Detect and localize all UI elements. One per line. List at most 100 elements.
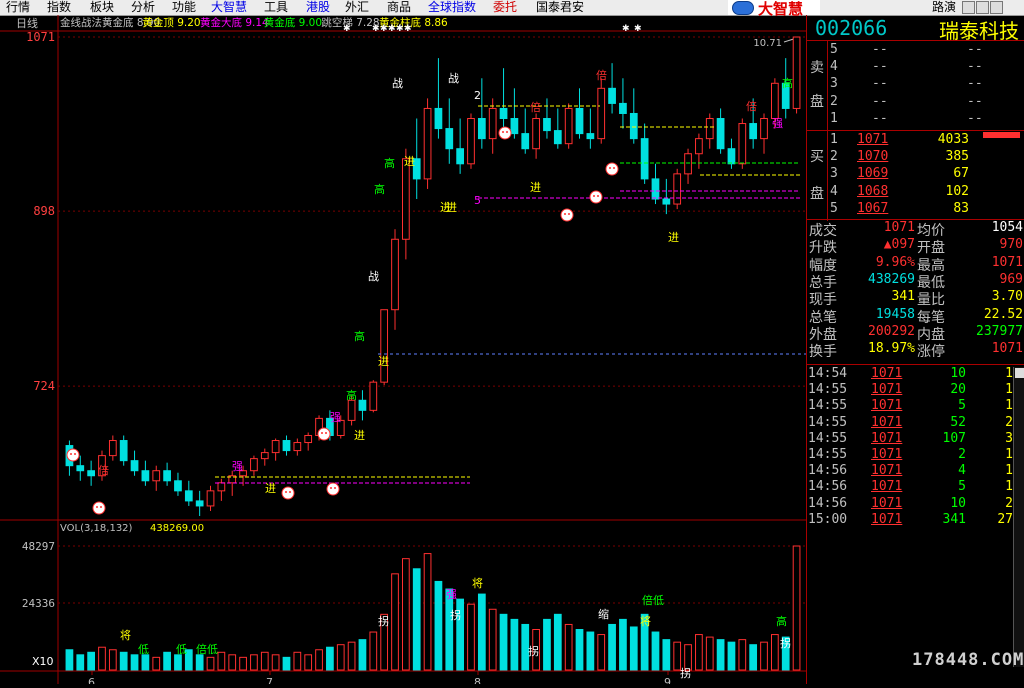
menu-item-4[interactable]: 功能 [172, 0, 196, 15]
vol-signal-13: 强 [446, 588, 457, 601]
volume-bar [586, 631, 595, 671]
ask-price[interactable]: -- [872, 76, 888, 91]
tick-count: 1 [1005, 479, 1013, 495]
smiley-eye [70, 453, 72, 455]
candle-body [152, 470, 161, 482]
ask-price[interactable]: -- [872, 111, 888, 126]
ask-price[interactable]: -- [872, 94, 888, 109]
close-button[interactable] [990, 1, 1003, 14]
menu-item-11[interactable]: 委托 [493, 0, 517, 15]
kline-chart-area[interactable]: 日线 金线战法黄金底 8.90 黄金顶 9.20 黄金大底 9.14 黄金底 9.00 跳… [0, 15, 806, 688]
candle-body [662, 198, 671, 205]
price-tick-label: 724 [33, 379, 55, 393]
volume-bar [260, 651, 269, 671]
menu-item-1[interactable]: 指数 [47, 0, 71, 15]
tick-price: 1071 [871, 414, 903, 430]
scroll-up-arrow-icon[interactable] [1015, 368, 1024, 378]
bid-price[interactable]: 1071 [857, 132, 888, 147]
vol-tick-label: 48297 [22, 540, 55, 553]
ask-label: 盘 [810, 94, 824, 110]
bid-price[interactable]: 1068 [857, 184, 888, 199]
menu-item-7[interactable]: 港股 [306, 0, 330, 15]
bid-price[interactable]: 1067 [857, 201, 888, 216]
stock-code[interactable]: 002066 [815, 16, 887, 40]
stat-value: 969 [999, 271, 1023, 287]
candle-body [358, 399, 367, 411]
bid-price[interactable]: 1070 [857, 149, 888, 164]
menu-item-5[interactable]: 大智慧 [211, 0, 247, 15]
vol-signal-6: 将 [640, 615, 651, 628]
smiley-icon [605, 162, 619, 176]
smiley-icon [317, 427, 331, 441]
bid-price[interactable]: 1069 [857, 166, 888, 181]
candle-body [684, 153, 692, 175]
vol-signal-10: 倍低 [642, 593, 664, 607]
stat-value: 1071 [883, 220, 915, 235]
candle-body [597, 87, 606, 140]
tick-volume: 107 [942, 430, 966, 446]
roadshow-button[interactable]: 路演 [932, 0, 956, 15]
menu-item-10[interactable]: 全球指数 [428, 0, 476, 15]
ask-label: 卖 [810, 60, 824, 76]
candle-body [488, 107, 497, 140]
smiley-eye [609, 167, 611, 169]
smiley-eye [100, 506, 102, 508]
tick-volume: 5 [958, 398, 966, 414]
menu-item-12[interactable]: 国泰君安 [536, 0, 584, 15]
date-tick-label: 7 [266, 676, 273, 684]
menu-item-8[interactable]: 外汇 [345, 0, 369, 15]
candle-body [521, 133, 530, 150]
star-marker: ✱ [396, 24, 404, 34]
vol-value: 438269.00 [150, 523, 204, 534]
period-label: 日线 [16, 16, 38, 30]
ask-price[interactable]: -- [872, 59, 888, 74]
stat-value: 3.70 [991, 289, 1023, 305]
volume-bar [347, 641, 356, 671]
candle-body [673, 173, 682, 205]
signal-glyph-15: 进 [530, 181, 541, 194]
signal-glyph-20: 强 [232, 460, 243, 473]
star-marker: ✱ [388, 24, 396, 34]
tick-time: 14:54 [808, 366, 848, 381]
menu-item-3[interactable]: 分析 [131, 0, 155, 15]
tick-time: 14:55 [808, 430, 848, 446]
vol-signal-8: 低 [176, 643, 187, 656]
dzh-logo[interactable]: 大智慧 [728, 0, 820, 18]
volume-bar [662, 639, 671, 671]
tick-time: 15:00 [808, 511, 848, 527]
volume-bar [271, 654, 280, 671]
volume-bar [488, 608, 497, 671]
volume-bar [402, 558, 410, 671]
ask-price[interactable]: -- [872, 42, 888, 57]
ask-volume: -- [967, 110, 983, 126]
kline-chart[interactable]: 日线 金线战法黄金底 8.90黄金顶 9.20 黄金大底 9.14黄金底 9.00 跳… [0, 15, 806, 688]
menu-item-0[interactable]: 行情 [6, 0, 30, 15]
divider [807, 130, 1024, 131]
candle-body [130, 460, 139, 472]
menu-item-6[interactable]: 工具 [264, 0, 288, 15]
stat-value: ▲097 [883, 237, 915, 253]
menu-item-9[interactable]: 商品 [387, 0, 411, 15]
candle-body [619, 102, 627, 114]
candle-body [304, 434, 313, 444]
signal-glyph-11: 进 [354, 429, 365, 442]
candle-body [217, 482, 226, 492]
menu-item-2[interactable]: 板块 [90, 0, 114, 15]
minimize-button[interactable] [962, 1, 975, 14]
tick-price: 1071 [871, 495, 903, 511]
tick-scrollbar[interactable] [1013, 367, 1024, 667]
maximize-button[interactable] [976, 1, 989, 14]
volume-bar [250, 654, 258, 671]
smiley-icon [66, 448, 80, 462]
bid-volume: 83 [953, 200, 969, 216]
smiley-eye [502, 131, 504, 133]
volume-bar [716, 639, 725, 671]
tick-volume: 10 [950, 366, 966, 381]
vol-unit-label: X10 [32, 655, 54, 668]
bid-volume: 67 [953, 166, 969, 182]
candle-body [282, 440, 291, 452]
volume-bar [163, 651, 171, 671]
candle-body [108, 440, 117, 457]
tick-time: 14:55 [808, 382, 848, 398]
vol-signal-11: 缩 [598, 608, 609, 621]
